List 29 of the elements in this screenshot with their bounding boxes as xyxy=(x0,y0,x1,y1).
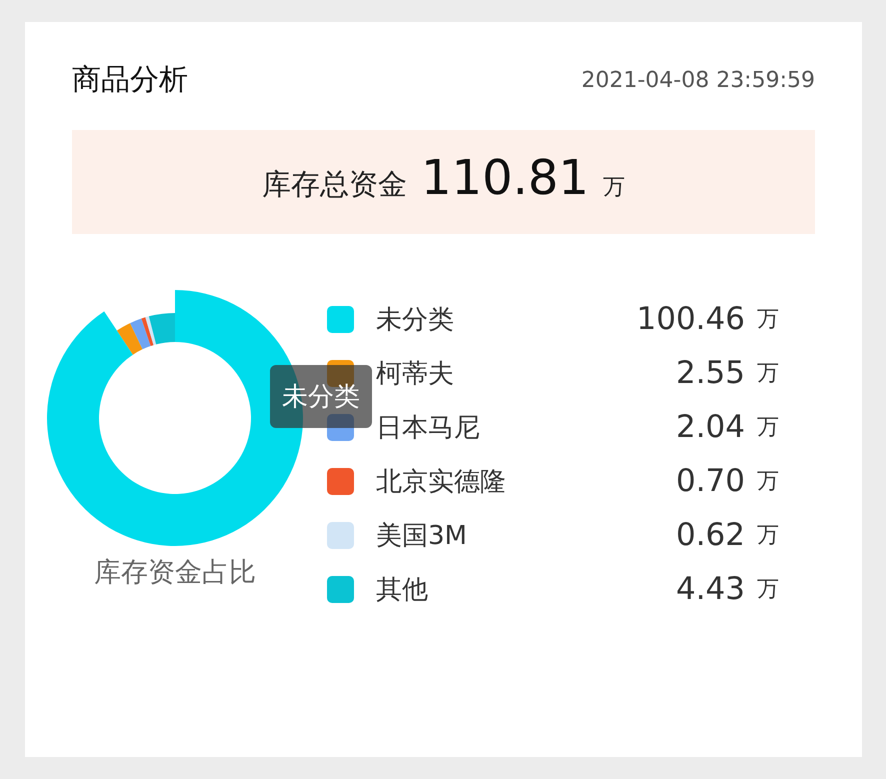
legend-label[interactable]: 柯蒂夫 xyxy=(376,356,676,390)
panel-title: 商品分析 xyxy=(72,61,188,98)
legend-unit: 万 xyxy=(757,468,780,496)
tooltip: 未分类 xyxy=(270,365,372,428)
legend-unit: 万 xyxy=(757,522,780,550)
legend-unit: 万 xyxy=(757,576,780,604)
donut-slice[interactable] xyxy=(145,316,156,346)
timestamp: 2021-04-08 23:59:59 xyxy=(581,68,815,92)
legend-unit: 万 xyxy=(757,360,780,388)
legend-value: 2.04 xyxy=(676,409,745,445)
donut-slice[interactable] xyxy=(141,317,154,346)
legend-label[interactable]: 美国3M xyxy=(376,518,676,552)
legend-unit: 万 xyxy=(757,306,780,334)
donut-slice[interactable] xyxy=(148,313,175,344)
legend-value: 4.43 xyxy=(676,571,745,607)
legend-value: 0.62 xyxy=(676,517,745,553)
legend-value: 2.55 xyxy=(676,355,745,391)
legend-label[interactable]: 其他 xyxy=(376,572,676,606)
legend-label[interactable]: 未分类 xyxy=(376,302,637,336)
donut-slice[interactable] xyxy=(130,318,151,350)
total-value: 110.81 xyxy=(421,150,589,206)
legend-label[interactable]: 日本马尼 xyxy=(376,410,676,444)
legend-value: 0.70 xyxy=(676,463,745,499)
total-unit: 万 xyxy=(602,174,625,202)
total-label: 库存总资金 xyxy=(262,166,408,203)
legend-unit: 万 xyxy=(757,414,780,442)
legend-value: 100.46 xyxy=(636,301,745,337)
chart-caption: 库存资金占比 xyxy=(94,556,256,590)
legend-label[interactable]: 北京实德隆 xyxy=(376,464,676,498)
